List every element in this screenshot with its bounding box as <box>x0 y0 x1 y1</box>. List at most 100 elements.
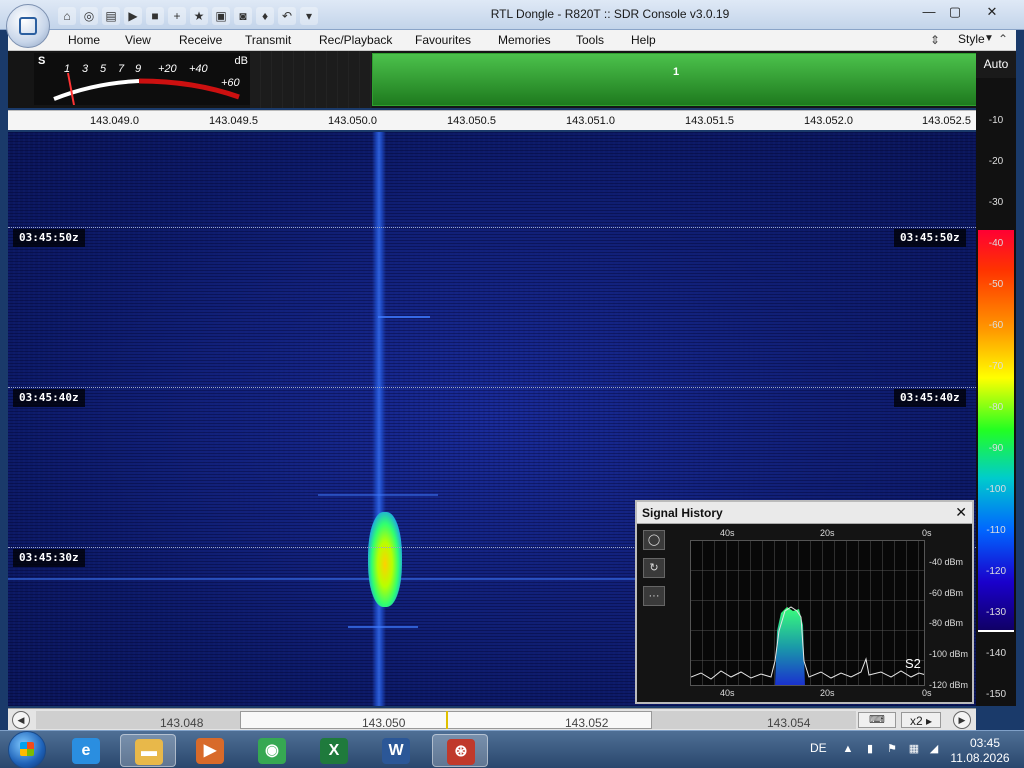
level-color-scale[interactable]: -10 -20 -30 -40 -50 -60 -70 -80 -90 -100… <box>976 78 1016 706</box>
scale-label: -130 <box>985 607 1006 618</box>
excel-icon: X <box>320 738 348 764</box>
dropdown-icon[interactable]: ▾ <box>300 7 318 25</box>
taskbar-app-button[interactable]: ⊛ <box>432 734 488 767</box>
stop-icon[interactable]: ■ <box>146 7 164 25</box>
taskbar-app-button[interactable]: X <box>306 734 362 767</box>
camera-icon[interactable]: ◙ <box>234 7 252 25</box>
network-icon[interactable]: ▦ <box>906 741 922 757</box>
scroll-right-button[interactable]: ▶ <box>953 711 971 729</box>
y-axis-label: -120 dBm <box>929 680 969 690</box>
home-icon[interactable]: ⌂ <box>58 7 76 25</box>
minimize-button[interactable]: — <box>918 2 940 22</box>
nav-frequency: 143.052 <box>565 716 609 730</box>
windows-taskbar: e ▬ ▶ ◉ X W ⊛ DE ▲ ▮ ⚑ ▦ ◢ 03:45 11.08.2026 <box>0 730 1024 768</box>
collapse-ribbon-icon[interactable]: ⌃ <box>998 32 1008 46</box>
taskbar-app-button[interactable]: ◉ <box>244 734 300 767</box>
x-axis-label: 0s <box>922 688 932 698</box>
menu-rec-playback[interactable]: Rec/Playback <box>319 33 392 47</box>
style-menu[interactable]: Style <box>958 32 985 46</box>
folder-icon[interactable]: ▤ <box>102 7 120 25</box>
signal-history-toolbar: ◯ ↻ ··· <box>643 530 665 614</box>
spectrum-background <box>250 51 372 108</box>
refresh-icon[interactable]: ↻ <box>643 558 665 578</box>
chevron-updown-icon[interactable]: ⇕ <box>930 33 940 47</box>
timestamp-left: 03:45:30z <box>13 549 85 567</box>
undo-icon[interactable]: ↶ <box>278 7 296 25</box>
timestamp-left: 03:45:40z <box>13 389 85 407</box>
chrome-icon: ◉ <box>258 738 286 764</box>
time-separator <box>8 227 976 228</box>
signal-history-panel: Signal History ✕ ◯ ↻ ··· 40s 20s 0s -40 … <box>635 500 974 704</box>
scroll-left-button[interactable]: ◀ <box>12 711 30 729</box>
drop-icon[interactable]: ♦ <box>256 7 274 25</box>
rx-filter-passband[interactable]: 1 <box>372 53 977 106</box>
timestamp-left: 03:45:50z <box>13 229 85 247</box>
menu-bar: Home View Receive Transmit Rec/Playback … <box>8 30 1016 51</box>
menu-transmit[interactable]: Transmit <box>245 33 291 47</box>
x-axis-label: 40s <box>720 688 735 698</box>
menu-receive[interactable]: Receive <box>179 33 222 47</box>
scale-floor-marker[interactable] <box>978 630 1014 632</box>
more-icon[interactable]: ··· <box>643 586 665 606</box>
nav-frequency: 143.054 <box>767 716 811 730</box>
taskbar-app-button[interactable]: ▶ <box>182 734 238 767</box>
menu-favourites[interactable]: Favourites <box>415 33 471 47</box>
x-axis-label: 0s <box>922 528 932 538</box>
close-icon[interactable]: ✕ <box>955 504 967 521</box>
ruler-tick: 143.050.0 <box>328 115 377 127</box>
s-meter: S dB 1 3 5 7 9 9 +20 +40 +60 <box>34 53 254 105</box>
internet-explorer-icon: e <box>72 738 100 764</box>
frequency-ruler[interactable]: 143.049.0 143.049.5 143.050.0 143.050.5 … <box>8 110 976 130</box>
zoom-factor-button[interactable]: x2 ▸ <box>901 712 941 728</box>
sdr-console-icon: ⊛ <box>447 739 475 765</box>
maximize-button[interactable]: ▢ <box>944 2 966 22</box>
scale-label: -20 <box>988 156 1004 167</box>
nav-frequency: 143.050 <box>362 716 406 730</box>
signal-history-titlebar[interactable]: Signal History ✕ <box>637 502 972 524</box>
lifebuoy-icon[interactable]: ◎ <box>80 7 98 25</box>
scale-label: -70 <box>988 361 1004 372</box>
taskbar-app-button[interactable]: W <box>368 734 424 767</box>
language-indicator[interactable]: DE <box>810 741 827 755</box>
menu-memories[interactable]: Memories <box>498 33 551 47</box>
app-logo-icon <box>19 17 37 35</box>
carrier-trace <box>372 132 386 706</box>
plus-icon[interactable]: + <box>168 7 186 25</box>
menu-home[interactable]: Home <box>68 33 100 47</box>
clock-date[interactable]: 11.08.2026 <box>940 751 1020 765</box>
application-menu-button[interactable] <box>6 4 50 48</box>
timestamp-right: 03:45:50z <box>894 229 966 247</box>
signal-history-plot <box>690 540 925 686</box>
flag-icon[interactable]: ⚑ <box>884 741 900 757</box>
tuned-frequency-cursor <box>446 711 448 729</box>
taskbar-app-button[interactable]: ▬ <box>120 734 176 767</box>
show-hidden-icons-icon[interactable]: ▲ <box>840 741 856 757</box>
star-icon[interactable]: ★ <box>190 7 208 25</box>
menu-view[interactable]: View <box>125 33 151 47</box>
chevron-down-icon[interactable]: ▼ <box>984 33 994 44</box>
play-icon[interactable]: ▶ <box>124 7 142 25</box>
y-axis-label: -60 dBm <box>929 588 964 598</box>
auto-scale-button[interactable]: Auto <box>976 51 1016 78</box>
keyboard-icon[interactable]: ⌨ <box>858 712 896 728</box>
nav-frequency: 143.048 <box>160 716 204 730</box>
scale-label: -80 <box>988 402 1004 413</box>
signal-burst <box>368 512 402 607</box>
start-button[interactable] <box>8 731 46 768</box>
taskbar-app-button[interactable]: e <box>58 734 114 767</box>
zoom-factor-label: x2 <box>909 714 923 728</box>
clock-time[interactable]: 03:45 <box>950 736 1020 750</box>
menu-tools[interactable]: Tools <box>576 33 604 47</box>
lock-icon[interactable]: ▣ <box>212 7 230 25</box>
close-button[interactable]: ✕ <box>970 2 1014 22</box>
signal-streak <box>348 626 418 628</box>
scale-label: -50 <box>988 279 1004 290</box>
quick-access-toolbar: ⌂ ◎ ▤ ▶ ■ + ★ ▣ ◙ ♦ ↶ ▾ <box>58 7 318 25</box>
record-icon[interactable]: ◯ <box>643 530 665 550</box>
power-icon[interactable]: ▮ <box>862 741 878 757</box>
menu-help[interactable]: Help <box>631 33 656 47</box>
ruler-tick: 143.050.5 <box>447 115 496 127</box>
file-explorer-icon: ▬ <box>135 739 163 765</box>
scale-label: -30 <box>988 197 1004 208</box>
media-player-icon: ▶ <box>196 738 224 764</box>
